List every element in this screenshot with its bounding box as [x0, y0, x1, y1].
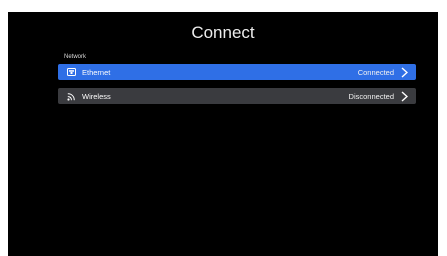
section-label-network: Network [64, 54, 87, 60]
chevron-right-icon [400, 66, 408, 78]
network-item-wireless[interactable]: Wireless Disconnected [58, 88, 416, 104]
wifi-icon [66, 91, 76, 101]
network-item-status: Disconnected [348, 91, 394, 101]
network-item-label: Wireless [82, 91, 111, 101]
network-item-label: Ethernet [82, 67, 111, 77]
network-item-ethernet[interactable]: Ethernet Connected [58, 64, 416, 80]
connect-screen: Connect Network Ethernet Connected Wirel [8, 12, 438, 256]
network-item-status: Connected [357, 67, 394, 77]
page-title: Connect [191, 23, 255, 42]
ethernet-icon [66, 67, 76, 77]
chevron-right-icon [400, 90, 408, 102]
